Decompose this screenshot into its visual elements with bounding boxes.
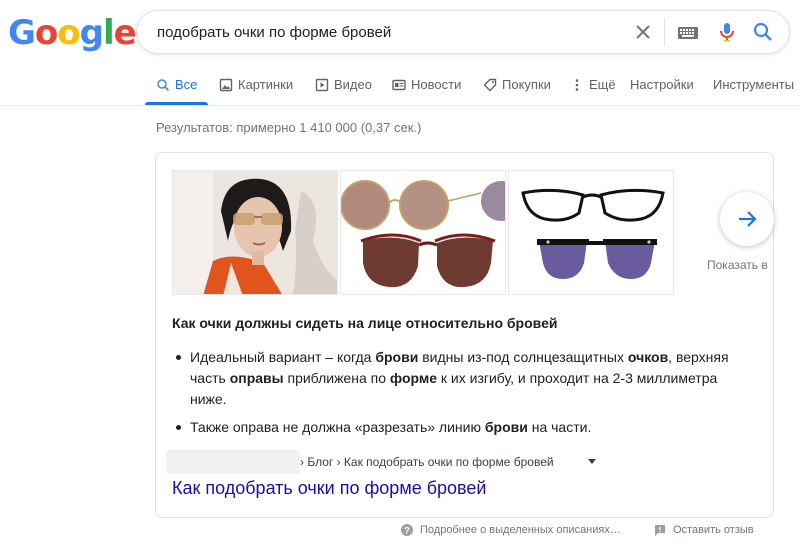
snippet-bullet: Идеальный вариант – когда брови видны из… — [172, 347, 752, 410]
result-breadcrumb[interactable]: › Блог › Как подобрать очки по форме бро… — [300, 455, 554, 469]
caret-down-icon[interactable] — [588, 459, 596, 464]
microphone-icon[interactable] — [715, 20, 739, 44]
tab-all[interactable]: Все — [156, 77, 197, 92]
tab-label: Все — [175, 77, 198, 92]
image-icon — [219, 78, 233, 91]
search-divider — [664, 18, 665, 46]
tab-tools[interactable]: Инструменты — [713, 77, 794, 92]
tab-more[interactable]: Ещё — [570, 77, 616, 92]
search-icon[interactable] — [751, 20, 775, 44]
search-icon — [157, 78, 170, 91]
snippet-list: Идеальный вариант – когда брови видны из… — [172, 347, 752, 445]
tab-label: Видео — [334, 77, 372, 92]
result-stats: Результатов: примерно 1 410 000 (0,37 се… — [156, 120, 422, 135]
tab-label: Картинки — [238, 77, 294, 92]
show-more-label: Показать в — [707, 258, 768, 272]
tab-label: Новости — [411, 77, 462, 92]
tab-shopping[interactable]: Покупки — [483, 77, 551, 92]
search-input[interactable]: подобрать очки по форме бровей — [157, 24, 391, 41]
tab-label: Настройки — [630, 77, 694, 92]
tab-settings[interactable]: Настройки — [630, 77, 694, 92]
more-vert-icon — [575, 78, 579, 91]
tab-label: Ещё — [589, 77, 616, 92]
tag-icon — [483, 78, 497, 91]
snippet-bullet: Также оправа не должна «разрезать» линию… — [172, 417, 752, 438]
result-title-link[interactable]: Как подобрать очки по форме бровей — [172, 478, 486, 499]
snippet-image-cat-eye-glasses[interactable] — [508, 170, 674, 295]
show-more-images-button[interactable] — [720, 192, 774, 246]
tab-video[interactable]: Видео — [315, 77, 372, 92]
feedback-link[interactable]: Оставить отзыв — [653, 523, 754, 537]
snippet-heading: Как очки должны сидеть на лице относител… — [172, 315, 558, 331]
feedback-label: Оставить отзыв — [673, 524, 754, 536]
news-icon — [392, 79, 406, 90]
keyboard-icon[interactable] — [676, 21, 700, 45]
snippet-image-woman[interactable] — [172, 170, 338, 295]
tab-label: Покупки — [502, 77, 551, 92]
blurred-site-url[interactable] — [166, 450, 300, 474]
video-icon — [315, 78, 329, 91]
feedback-icon — [655, 525, 665, 536]
about-featured-snippets-link[interactable]: ? Подробнее о выделенных описаниях… — [400, 523, 621, 537]
tab-label: Инструменты — [713, 77, 795, 92]
tab-images[interactable]: Картинки — [219, 77, 293, 92]
svg-text:?: ? — [404, 526, 410, 536]
clear-icon[interactable] — [631, 20, 655, 44]
about-snippets-label: Подробнее о выделенных описаниях… — [420, 524, 621, 536]
featured-snippet-card: Показать в Как очки должны сидеть на лиц… — [155, 152, 774, 518]
google-logo[interactable]: Google — [8, 13, 137, 53]
help-icon: ? — [401, 524, 413, 536]
tabs-divider — [0, 105, 800, 106]
snippet-image-round-glasses[interactable] — [340, 170, 506, 295]
tab-news[interactable]: Новости — [392, 77, 461, 92]
search-tabs: Все Картинки Видео Новости Покупки Ещё Н… — [0, 74, 800, 106]
search-bar[interactable]: подобрать очки по форме бровей — [136, 10, 790, 54]
arrow-right-icon — [739, 211, 757, 227]
